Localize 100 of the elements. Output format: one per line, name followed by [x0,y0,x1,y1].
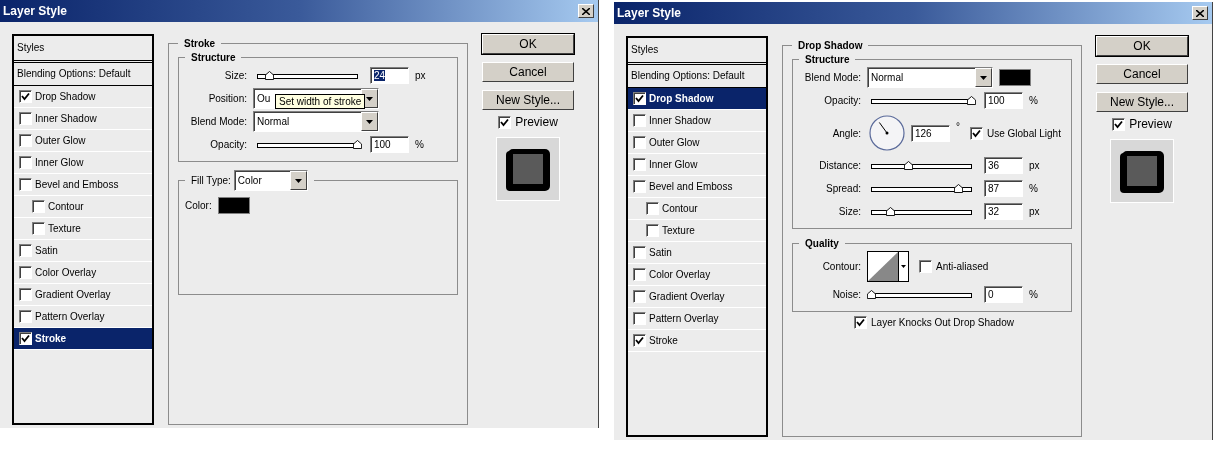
checkbox[interactable] [633,290,646,303]
contour-picker[interactable] [867,251,909,282]
list-item[interactable]: Stroke [628,330,766,352]
list-item[interactable]: Satin [14,240,152,262]
color-swatch[interactable] [999,69,1031,86]
checkbox[interactable] [19,244,32,257]
checkbox[interactable] [646,224,659,237]
field-label: Contour: [821,261,861,272]
input-field[interactable]: 100 [370,136,409,153]
dialog-button[interactable]: Cancel [482,62,574,82]
dialog-button[interactable]: Cancel [1096,64,1188,84]
input-field[interactable]: 126 [911,124,950,142]
list-header[interactable]: Styles [628,38,766,65]
slider-thumb[interactable] [904,160,913,170]
dialog-button[interactable]: New Style... [1096,92,1188,112]
checkbox[interactable] [633,180,646,193]
input-field[interactable]: 36 [984,157,1023,174]
checkbox[interactable] [633,312,646,325]
slider-thumb[interactable] [353,139,362,149]
checkbox[interactable] [19,156,32,169]
list-item[interactable]: Inner Shadow [628,110,766,132]
color-swatch[interactable] [217,197,250,214]
list-item[interactable]: Outer Glow [14,130,152,152]
checkbox[interactable] [32,200,45,213]
list-item[interactable]: Texture [628,220,766,242]
list-item[interactable]: Color Overlay [14,262,152,284]
dialog-button[interactable]: OK [1096,36,1188,56]
field-label: Noise: [831,289,861,300]
list-item[interactable]: Drop Shadow [628,88,766,110]
field-label: Distance: [818,160,861,171]
slider-thumb[interactable] [954,183,963,193]
list-item[interactable]: Pattern Overlay [628,308,766,330]
list-item[interactable]: Contour [14,196,152,218]
list-item[interactable]: Bevel and Emboss [628,176,766,198]
checkbox[interactable] [32,222,45,235]
list-item[interactable]: Inner Glow [14,152,152,174]
input-field[interactable]: 32 [984,203,1023,220]
list-item[interactable]: Drop Shadow [14,86,152,108]
input-field[interactable]: 0 [984,286,1023,303]
checkbox[interactable] [633,246,646,259]
unit-label: px [415,70,426,81]
checkbox[interactable] [633,334,646,347]
slider-thumb[interactable] [967,95,976,105]
checkbox[interactable] [19,112,32,125]
field-label: Size: [837,206,861,217]
input-field[interactable]: 100 [984,92,1023,109]
field-label: Opacity: [823,95,861,106]
checkbox[interactable] [1112,117,1126,131]
checkbox[interactable] [19,90,32,103]
list-item[interactable]: Color Overlay [628,264,766,286]
list-item[interactable]: Bevel and Emboss [14,174,152,196]
checkbox-label: Anti-aliased [936,261,989,272]
style-preview-drawing [1110,139,1174,203]
checkbox[interactable] [19,266,32,279]
checkbox[interactable] [854,316,868,329]
checkbox[interactable] [633,92,646,105]
checkbox[interactable] [19,310,32,323]
slider-thumb[interactable] [867,289,876,299]
close-button[interactable] [1192,6,1208,20]
list-item[interactable]: Texture [14,218,152,240]
angle-dial[interactable] [869,115,905,151]
field-label: Blend Mode: [803,72,861,83]
panel-title: Drop Shadow [797,40,864,51]
list-item[interactable]: Inner Shadow [14,108,152,130]
checkbox[interactable] [19,288,32,301]
dropdown[interactable]: Normal [867,67,993,88]
checkbox[interactable] [646,202,659,215]
list-item[interactable]: Gradient Overlay [14,284,152,306]
list-item[interactable]: Contour [628,198,766,220]
checkbox[interactable] [633,158,646,171]
checkbox[interactable] [19,134,32,147]
unit-label: px [1029,206,1040,217]
checkbox-label: Preview [1129,117,1172,131]
checkbox[interactable] [19,332,32,345]
checkbox[interactable] [633,268,646,281]
dialog-button[interactable]: OK [482,34,574,54]
list-item[interactable]: Satin [628,242,766,264]
checkbox[interactable] [19,178,32,191]
dialog-button[interactable]: New Style... [482,90,574,110]
slider-thumb[interactable] [265,70,274,80]
input-field[interactable]: 87 [984,180,1023,197]
list-item[interactable]: Blending Options: Default [14,63,152,86]
dropdown[interactable]: Color [233,170,308,191]
close-button[interactable] [578,4,594,18]
list-item[interactable]: Inner Glow [628,154,766,176]
input-field[interactable]: 24 [370,67,409,84]
dropdown[interactable]: Normal [253,111,379,132]
list-header[interactable]: Styles [14,36,152,63]
list-item[interactable]: Stroke [14,328,152,350]
checkbox[interactable] [633,136,646,149]
checkbox[interactable] [633,114,646,127]
group-title: Structure [805,54,850,65]
checkbox[interactable] [919,260,932,273]
checkbox-label: Layer Knocks Out Drop Shadow [871,317,1014,328]
slider-thumb[interactable] [886,206,895,216]
list-item[interactable]: Outer Glow [628,132,766,154]
list-item[interactable]: Gradient Overlay [628,286,766,308]
checkbox[interactable] [498,115,512,129]
checkbox[interactable] [970,126,983,140]
style-preview-drawing [496,137,560,201]
